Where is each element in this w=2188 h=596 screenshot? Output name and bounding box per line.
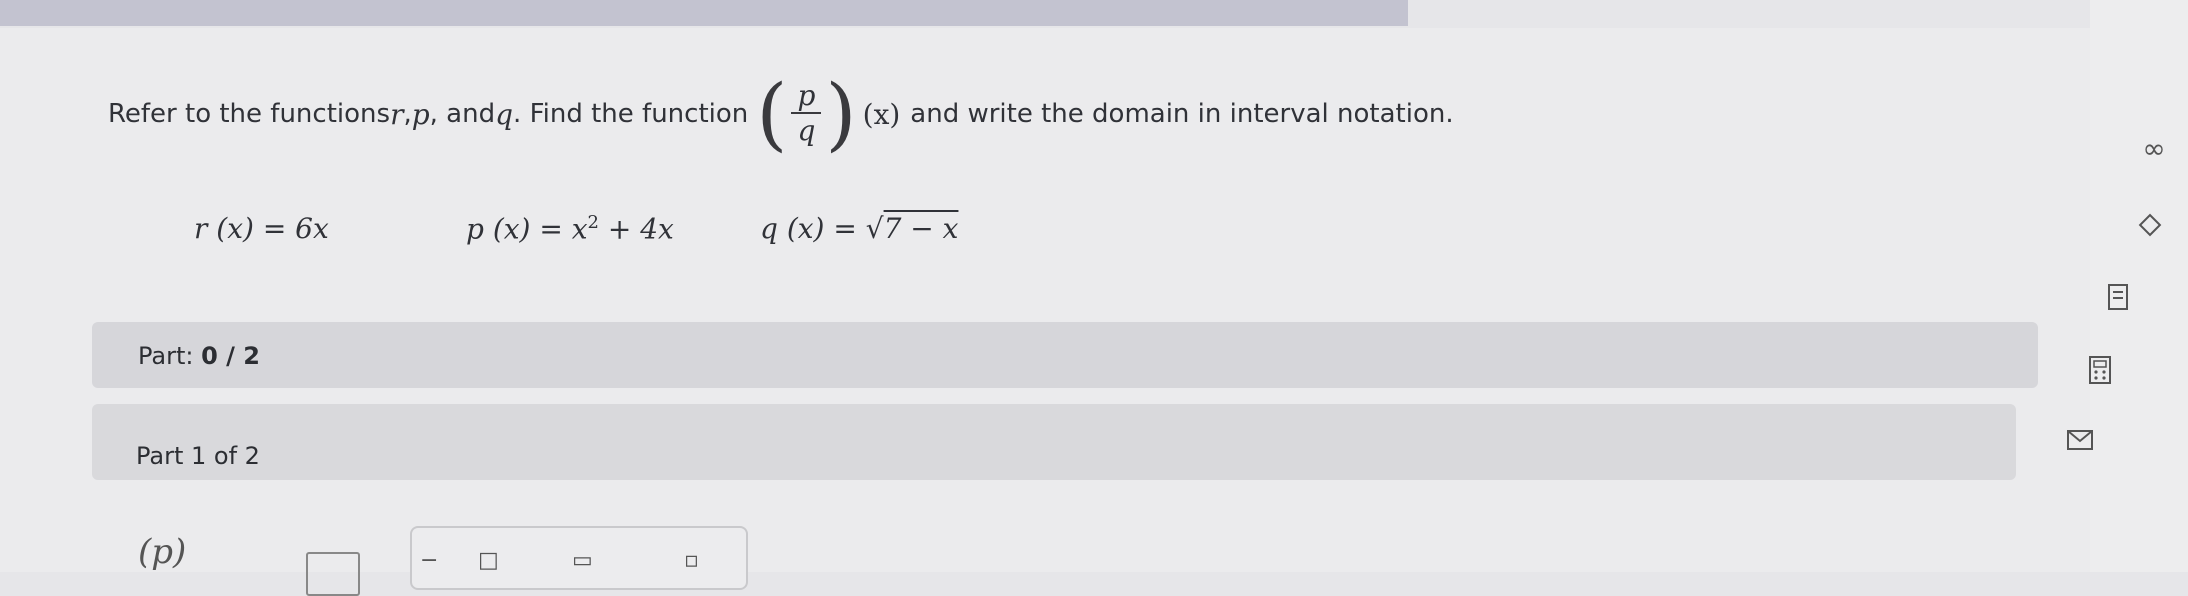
fraction-key-icon[interactable]: ▭: [572, 548, 593, 573]
mail-icon[interactable]: [2060, 428, 2100, 458]
function-p: p (x) = x2 + 4x: [466, 212, 674, 246]
notepad-icon[interactable]: [2098, 282, 2138, 318]
part-1-label: Part 1 of 2: [136, 442, 260, 470]
infinity-icon[interactable]: ∞: [2134, 132, 2174, 165]
function-argument: (x): [862, 97, 901, 131]
box-key-icon[interactable]: □: [478, 548, 499, 573]
radical-sign: √: [865, 212, 884, 245]
answer-input-box[interactable]: [306, 552, 360, 596]
fraction-denominator: q: [797, 113, 816, 147]
diamond-icon[interactable]: [2130, 210, 2170, 246]
function-r: r (x) = 6x: [194, 212, 329, 245]
question-prefix: Refer to the functions: [108, 99, 391, 129]
exponent: 2: [587, 212, 599, 233]
var-r: r: [390, 97, 404, 131]
answer-expression: (p): [138, 532, 187, 572]
question-sep1: ,: [403, 99, 412, 129]
calculator-icon[interactable]: [2080, 354, 2120, 392]
question-sep2: , and: [429, 99, 496, 129]
question-text: Refer to the functions r , p , and q . F…: [108, 74, 1454, 154]
question-suffix: and write the domain in interval notatio…: [910, 99, 1454, 129]
fraction-numerator: p: [791, 80, 822, 114]
part-progress-label: Part:: [138, 342, 202, 370]
exponent-key-icon[interactable]: ▫: [684, 548, 699, 573]
part-1-section: Part 1 of 2: [92, 404, 2016, 480]
top-header-bar: [0, 0, 1408, 26]
function-q: q (x) = √7 − x: [760, 212, 959, 245]
var-q: q: [495, 97, 514, 131]
part-progress-bar: Part: 0 / 2: [92, 322, 2038, 388]
question-mid: . Find the function: [513, 99, 749, 129]
part-progress-value: 0 / 2: [201, 342, 260, 370]
math-keypad[interactable]: − □ ▭ ▫: [410, 526, 748, 590]
minus-key-icon[interactable]: −: [420, 548, 438, 573]
radicand: 7 − x: [883, 212, 959, 245]
quotient-fraction: ( p q ): [756, 67, 857, 160]
var-p: p: [411, 97, 430, 131]
